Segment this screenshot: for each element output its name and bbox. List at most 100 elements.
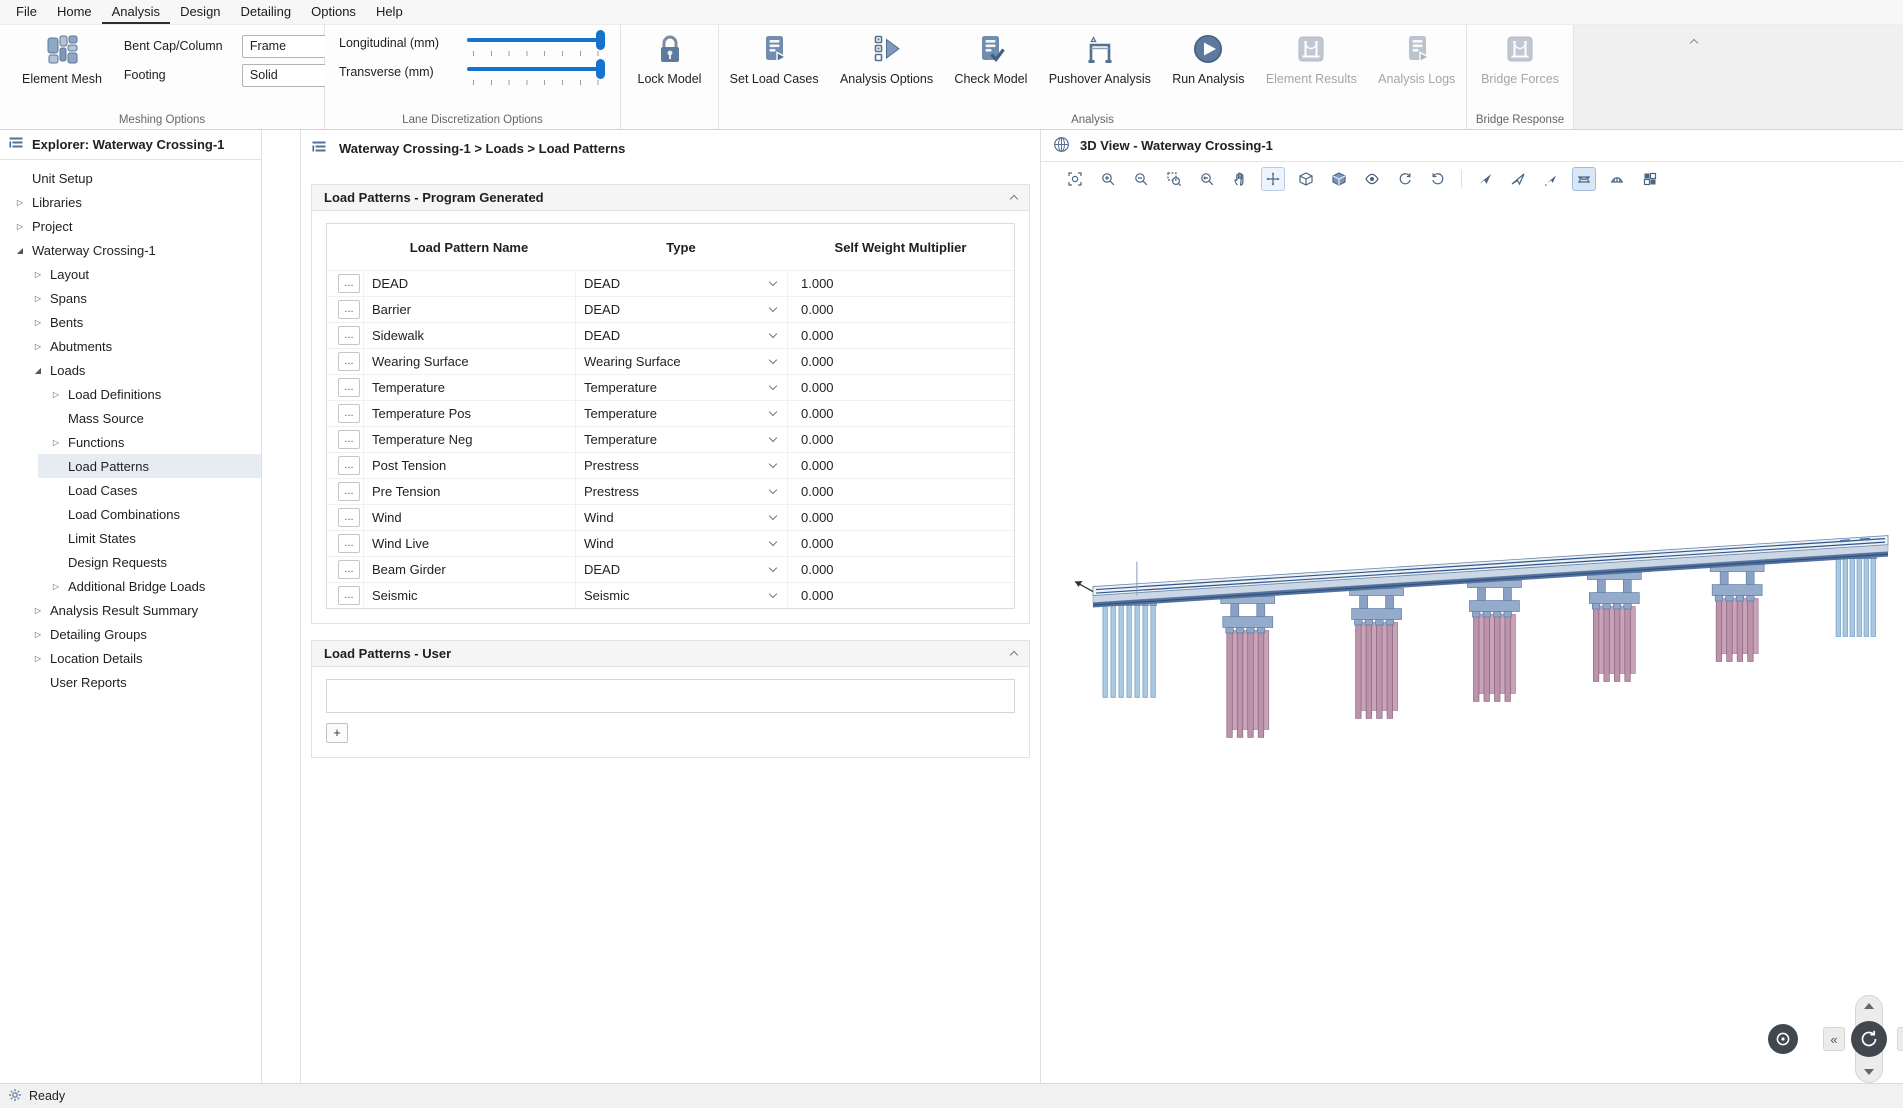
bridge-elevation-view-icon[interactable] xyxy=(1605,167,1629,191)
tree-collapsed-arrow-icon[interactable]: ▷ xyxy=(31,318,45,327)
row-options-button[interactable]: ... xyxy=(338,586,360,605)
pan-right-button[interactable]: » xyxy=(1897,1027,1903,1051)
tree-item-detailing-groups[interactable]: ▷Detailing Groups xyxy=(0,622,261,646)
zoom-out-icon[interactable] xyxy=(1129,167,1153,191)
row-options-button[interactable]: ... xyxy=(338,300,360,319)
element-mesh-button[interactable]: Element Mesh xyxy=(12,25,112,107)
load-pattern-type-select[interactable]: Temperature xyxy=(575,375,787,400)
self-weight-multiplier[interactable]: 0.000 xyxy=(787,505,1014,530)
load-pattern-name[interactable]: Seismic xyxy=(363,583,575,608)
set-load-cases-button[interactable]: Set Load Cases xyxy=(720,25,829,107)
menu-item-home[interactable]: Home xyxy=(47,0,102,24)
tree-item-location-details[interactable]: ▷Location Details xyxy=(0,646,261,670)
row-options-button[interactable]: ... xyxy=(338,326,360,345)
panel-splitter[interactable] xyxy=(262,130,300,1083)
shaded-view-icon[interactable] xyxy=(1327,167,1351,191)
zoom-window-icon[interactable] xyxy=(1162,167,1186,191)
load-pattern-type-select[interactable]: Seismic xyxy=(575,583,787,608)
tree-collapsed-arrow-icon[interactable]: ▷ xyxy=(49,438,63,447)
self-weight-multiplier[interactable]: 1.000 xyxy=(787,271,1014,296)
tree-item-loads[interactable]: ◢Loads xyxy=(0,358,261,382)
zoom-in-icon[interactable] xyxy=(1096,167,1120,191)
tree-collapsed-arrow-icon[interactable]: ▷ xyxy=(31,342,45,351)
row-options-button[interactable]: ... xyxy=(338,456,360,475)
tree-item-load-cases[interactable]: Load Cases xyxy=(0,478,261,502)
zoom-previous-icon[interactable] xyxy=(1195,167,1219,191)
load-pattern-name[interactable]: Wearing Surface xyxy=(363,349,575,374)
pan-up-button[interactable] xyxy=(1859,999,1879,1013)
camera-fly-icon[interactable] xyxy=(1473,167,1497,191)
tree-item-project[interactable]: ▷Project xyxy=(0,214,261,238)
rotate-cw-icon[interactable] xyxy=(1393,167,1417,191)
check-model-button[interactable]: Check Model xyxy=(944,25,1037,107)
load-pattern-type-select[interactable]: Temperature xyxy=(575,401,787,426)
menu-item-options[interactable]: Options xyxy=(301,0,366,24)
self-weight-multiplier[interactable]: 0.000 xyxy=(787,453,1014,478)
tree-collapsed-arrow-icon[interactable]: ▷ xyxy=(31,294,45,303)
slider-handle[interactable] xyxy=(596,30,605,50)
tree-collapsed-arrow-icon[interactable]: ▷ xyxy=(31,630,45,639)
transverse-slider[interactable] xyxy=(467,62,603,85)
row-options-button[interactable]: ... xyxy=(338,508,360,527)
row-options-button[interactable]: ... xyxy=(338,352,360,371)
lock-model-button[interactable]: Lock Model xyxy=(628,25,712,107)
tree-item-spans[interactable]: ▷Spans xyxy=(0,286,261,310)
camera-path-icon[interactable] xyxy=(1539,167,1563,191)
load-pattern-type-select[interactable]: DEAD xyxy=(575,323,787,348)
tree-item-design-requests[interactable]: Design Requests xyxy=(0,550,261,574)
tree-item-libraries[interactable]: ▷Libraries xyxy=(0,190,261,214)
pan-icon[interactable] xyxy=(1228,167,1252,191)
self-weight-multiplier[interactable]: 0.000 xyxy=(787,583,1014,608)
load-pattern-name[interactable]: Sidewalk xyxy=(363,323,575,348)
ribbon-collapse-button[interactable] xyxy=(1686,33,1702,49)
pan-left-button[interactable]: « xyxy=(1823,1027,1845,1051)
tree-item-abutments[interactable]: ▷Abutments xyxy=(0,334,261,358)
bridge-deck-view-icon[interactable] xyxy=(1572,167,1596,191)
menu-item-help[interactable]: Help xyxy=(366,0,413,24)
load-pattern-name[interactable]: Beam Girder xyxy=(363,557,575,582)
menu-item-file[interactable]: File xyxy=(6,0,47,24)
tree-item-load-combinations[interactable]: Load Combinations xyxy=(0,502,261,526)
self-weight-multiplier[interactable]: 0.000 xyxy=(787,401,1014,426)
tree-item-layout[interactable]: ▷Layout xyxy=(0,262,261,286)
load-pattern-type-select[interactable]: DEAD xyxy=(575,297,787,322)
load-pattern-name[interactable]: DEAD xyxy=(363,271,575,296)
load-pattern-type-select[interactable]: Temperature xyxy=(575,427,787,452)
self-weight-multiplier[interactable]: 0.000 xyxy=(787,531,1014,556)
tree-collapsed-arrow-icon[interactable]: ▷ xyxy=(13,198,27,207)
row-options-button[interactable]: ... xyxy=(338,482,360,501)
user-patterns-list[interactable] xyxy=(326,679,1015,713)
view-reset-button[interactable] xyxy=(1768,1024,1798,1054)
load-pattern-type-select[interactable]: Wind xyxy=(575,505,787,530)
load-pattern-name[interactable]: Temperature xyxy=(363,375,575,400)
pushover-analysis-button[interactable]: Pushover Analysis xyxy=(1039,25,1161,107)
tree-collapsed-arrow-icon[interactable]: ▷ xyxy=(31,654,45,663)
pan-down-button[interactable] xyxy=(1859,1065,1879,1079)
orbit-view-button[interactable] xyxy=(1851,1021,1887,1057)
zoom-extents-icon[interactable] xyxy=(1063,167,1087,191)
load-pattern-name[interactable]: Wind xyxy=(363,505,575,530)
row-options-button[interactable]: ... xyxy=(338,378,360,397)
load-pattern-name[interactable]: Temperature Pos xyxy=(363,401,575,426)
add-load-pattern-button[interactable]: + xyxy=(326,723,348,743)
menu-item-design[interactable]: Design xyxy=(170,0,230,24)
tree-item-additional-bridge-loads[interactable]: ▷Additional Bridge Loads xyxy=(0,574,261,598)
rotate-ccw-icon[interactable] xyxy=(1426,167,1450,191)
tree-collapsed-arrow-icon[interactable]: ▷ xyxy=(31,270,45,279)
view3d-viewport[interactable]: « » xyxy=(1041,196,1903,1083)
collapse-panel-icon[interactable] xyxy=(1010,195,1018,203)
tree-item-analysis-result-summary[interactable]: ▷Analysis Result Summary xyxy=(0,598,261,622)
tree-item-user-reports[interactable]: User Reports xyxy=(0,670,261,694)
self-weight-multiplier[interactable]: 0.000 xyxy=(787,375,1014,400)
perspective-view-icon[interactable] xyxy=(1360,167,1384,191)
load-pattern-type-select[interactable]: Wearing Surface xyxy=(575,349,787,374)
menu-item-detailing[interactable]: Detailing xyxy=(231,0,302,24)
menu-item-analysis[interactable]: Analysis xyxy=(102,0,170,24)
tree-item-waterway-crossing-1[interactable]: ◢Waterway Crossing-1 xyxy=(0,238,261,262)
tree-expanded-arrow-icon[interactable]: ◢ xyxy=(31,366,45,375)
row-options-button[interactable]: ... xyxy=(338,560,360,579)
tree-expanded-arrow-icon[interactable]: ◢ xyxy=(13,246,27,255)
row-options-button[interactable]: ... xyxy=(338,534,360,553)
load-pattern-type-select[interactable]: DEAD xyxy=(575,557,787,582)
self-weight-multiplier[interactable]: 0.000 xyxy=(787,557,1014,582)
